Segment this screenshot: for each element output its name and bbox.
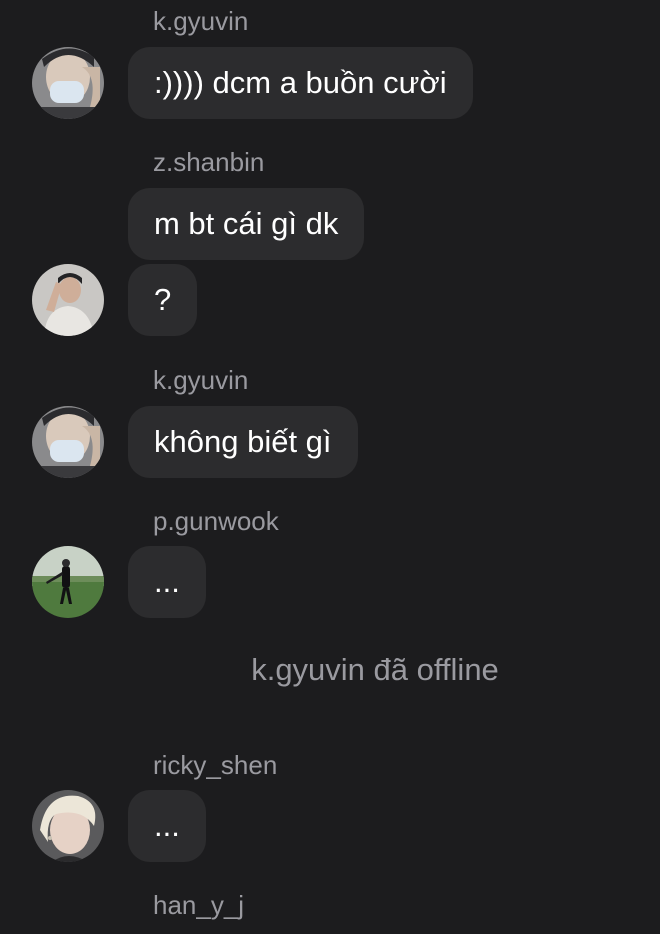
- message-bubble[interactable]: ...: [128, 546, 206, 618]
- posing-person-avatar-icon[interactable]: [32, 264, 104, 336]
- message-bubble[interactable]: không biết gì: [128, 406, 358, 478]
- sender-name: z.shanbin: [153, 147, 265, 177]
- sender-name: k.gyuvin: [153, 365, 249, 395]
- message-bubble[interactable]: :)))) dcm a buồn cười: [128, 47, 473, 119]
- sender-name: ricky_shen: [153, 750, 278, 780]
- masked-person-avatar-icon[interactable]: [32, 406, 104, 478]
- message-bubble[interactable]: m bt cái gì dk: [128, 188, 365, 260]
- offline-notice: k.gyuvin đã offline: [251, 652, 499, 687]
- sender-name: k.gyuvin: [153, 6, 249, 36]
- sender-name: han_y_j: [153, 890, 245, 920]
- blonde-person-avatar-icon[interactable]: [32, 790, 104, 862]
- message-bubble[interactable]: ...: [128, 790, 206, 862]
- masked-person-avatar-icon[interactable]: [32, 47, 104, 119]
- sender-name: p.gunwook: [153, 506, 279, 536]
- field-player-avatar-icon[interactable]: [32, 546, 104, 618]
- message-bubble[interactable]: ?: [128, 264, 198, 336]
